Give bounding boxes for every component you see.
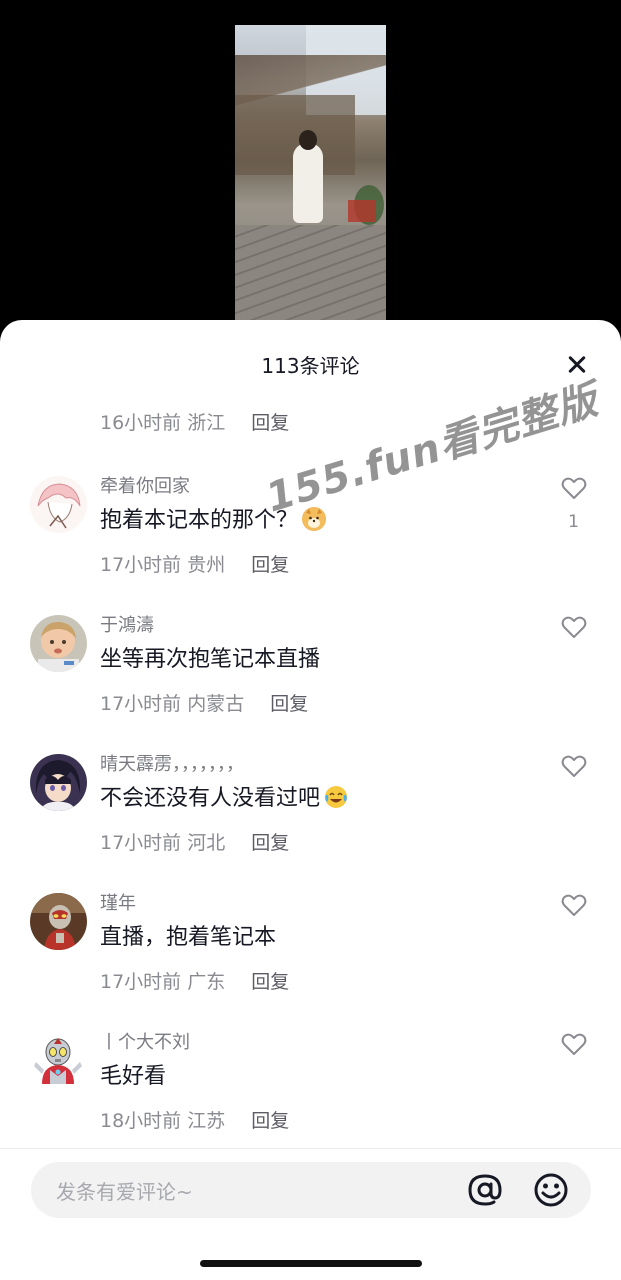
video-street [235,225,386,325]
video-player[interactable] [0,0,621,340]
comment-meta: 17小时前 内蒙古 回复 [100,689,308,716]
comment-item: 瑾年 直播，抱着笔记本 17小时前 广东 回复 [0,889,621,1019]
comment-meta: 17小时前 贵州 回复 [100,550,289,577]
avatar[interactable] [30,615,87,672]
heart-outline-icon[interactable] [560,752,588,780]
reply-button[interactable]: 回复 [270,693,308,715]
heart-outline-icon[interactable] [560,474,588,502]
comment-location: 广东 [187,971,226,993]
avatar[interactable] [30,1032,87,1089]
comment-text: 不会还没有人没看过吧 [100,780,348,812]
reply-button[interactable]: 回复 [251,971,289,993]
comment-input[interactable]: 发条有爱评论~ [31,1162,591,1218]
video-person [293,143,323,223]
video-person-head [299,130,317,150]
comment-time: 18小时前 [100,1110,182,1132]
heart-outline-icon[interactable] [560,613,588,641]
laugh-cry-emoji [324,785,348,809]
comment-meta-partial: 16小时前 浙江 回复 [100,408,289,435]
smiley-icon[interactable] [533,1172,569,1208]
comment-time: 17小时前 [100,693,182,715]
video-stall [348,200,376,222]
comment-author[interactable]: 牵着你回家 [100,472,190,498]
comment-time: 17小时前 [100,832,182,854]
reply-button[interactable]: 回复 [251,832,289,854]
avatar[interactable] [30,754,87,811]
input-divider [0,1148,621,1149]
comment-item: 于鴻濤 坐等再次抱笔记本直播 17小时前 内蒙古 回复 [0,611,621,741]
heart-outline-icon[interactable] [560,1030,588,1058]
comment-location: 浙江 [187,412,226,434]
home-indicator [200,1260,422,1267]
comment-location: 江苏 [187,1110,226,1132]
comment-meta: 17小时前 广东 回复 [100,967,289,994]
video-frame[interactable] [235,25,386,325]
comment-author[interactable]: 丨个大不刘 [100,1028,190,1054]
comment-time: 17小时前 [100,971,182,993]
comment-text: 毛好看 [100,1064,167,1089]
like-count: 1 [568,512,579,532]
comment-item: 丨个大不刘 毛好看 18小时前 江苏 回复 [0,1028,621,1158]
comment-input-placeholder: 发条有爱评论~ [56,1180,193,1204]
comment-author[interactable]: 于鴻濤 [100,611,154,637]
reply-button[interactable]: 回复 [251,412,289,434]
comment-time: 17小时前 [100,554,182,576]
comment-author[interactable]: 晴天霹雳，，，，，，， [100,750,244,776]
avatar[interactable] [30,476,87,533]
comment-location: 内蒙古 [187,693,245,715]
comment-meta: 18小时前 江苏 回复 [100,1106,289,1133]
comment-location: 河北 [187,832,226,854]
comment-text: 直播，抱着笔记本 [100,925,277,950]
comment-item: 晴天霹雳，，，，，，， 不会还没有人没看过吧 17小时前 河北 回复 [0,750,621,880]
comment-author[interactable]: 瑾年 [100,889,136,915]
at-icon[interactable] [467,1172,503,1208]
comment-meta: 17小时前 河北 回复 [100,828,289,855]
reply-button[interactable]: 回复 [251,1110,289,1132]
reply-button[interactable]: 回复 [251,554,289,576]
heart-outline-icon[interactable] [560,891,588,919]
comment-location: 贵州 [187,554,226,576]
comment-text: 坐等再次抱笔记本直播 [100,647,321,672]
comments-title: 113条评论 [261,354,360,378]
comment-time: 16小时前 [100,412,182,434]
avatar[interactable] [30,893,87,950]
